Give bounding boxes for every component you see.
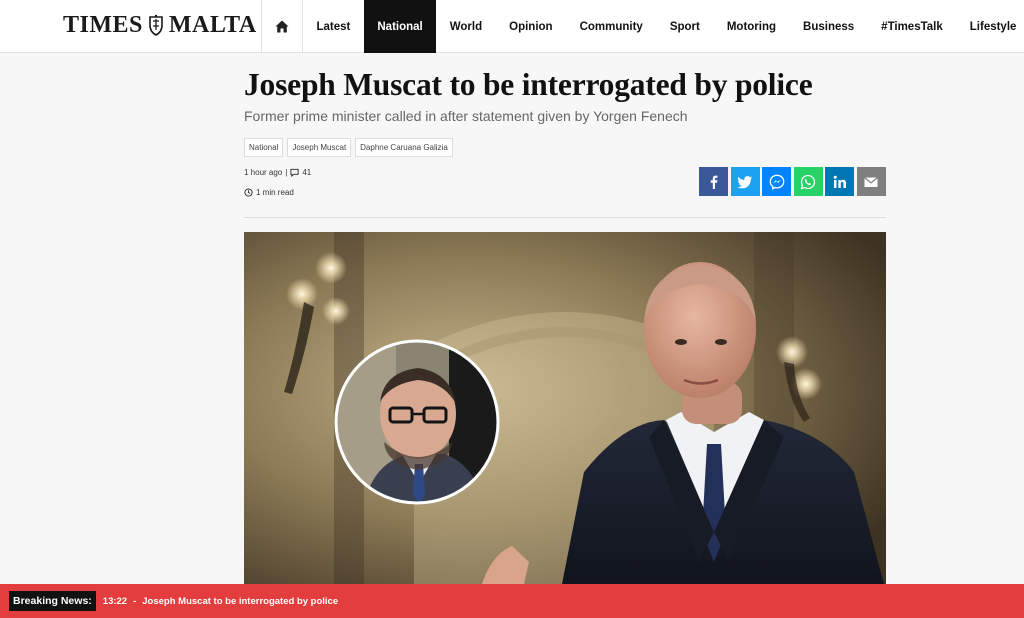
messenger-share-button[interactable]	[762, 167, 791, 196]
twitter-icon	[737, 175, 752, 188]
nav-item-world[interactable]: World	[436, 0, 495, 53]
email-share-button[interactable]	[856, 167, 886, 196]
time-ago: 1 hour ago	[244, 168, 283, 177]
nav-item-national[interactable]: National	[363, 0, 437, 53]
breaking-news-label: Breaking News:	[9, 591, 96, 611]
home-button[interactable]	[261, 0, 303, 53]
logo-text-right: MALTA	[168, 12, 257, 38]
logo-text-left: TIMES	[63, 12, 143, 38]
nav-item-community[interactable]: Community	[566, 0, 656, 53]
whatsapp-share-button[interactable]	[793, 167, 823, 196]
facebook-icon	[710, 175, 717, 189]
share-buttons	[699, 167, 886, 196]
email-icon	[864, 176, 878, 187]
nav-item-motoring[interactable]: Motoring	[713, 0, 789, 53]
article-subtitle: Former prime minister called in after st…	[244, 108, 688, 124]
tag-joseph-muscat[interactable]: Joseph Muscat	[287, 138, 352, 157]
nav-item-sport[interactable]: Sport	[656, 0, 713, 53]
hero-image	[244, 232, 886, 584]
breaking-news-headline[interactable]: Joseph Muscat to be interrogated by poli…	[142, 596, 338, 607]
article-meta: 1 hour ago | 41	[244, 168, 311, 177]
nav-item-business[interactable]: Business	[790, 0, 868, 53]
linkedin-share-button[interactable]	[825, 167, 854, 196]
meta-separator: |	[285, 168, 288, 177]
article-title: Joseph Muscat to be interrogated by poli…	[244, 67, 813, 102]
nav-item-opinion[interactable]: Opinion	[496, 0, 566, 53]
whatsapp-icon	[800, 174, 816, 189]
crest-icon	[147, 14, 165, 38]
breaking-news-separator: -	[133, 595, 137, 607]
site-logo[interactable]: TIMES MALTA	[63, 12, 257, 39]
clock-icon	[244, 188, 253, 197]
breaking-news-time: 13:22	[102, 595, 128, 607]
nav-item-timestalk[interactable]: #TimesTalk	[868, 0, 957, 53]
tag-national[interactable]: National	[244, 138, 284, 157]
top-navigation: TIMES MALTA Latest National World Opinio…	[0, 0, 1024, 53]
comment-count[interactable]: 41	[302, 168, 311, 177]
nav-menu: Latest National World Opinion Community …	[261, 0, 1024, 53]
twitter-share-button[interactable]	[730, 167, 760, 196]
messenger-icon	[769, 174, 784, 190]
tag-list: National Joseph Muscat Daphne Caruana Ga…	[244, 138, 453, 157]
comment-icon[interactable]	[290, 168, 299, 177]
meta-divider	[244, 217, 886, 218]
nav-item-latest[interactable]: Latest	[303, 0, 364, 53]
linkedin-icon	[833, 175, 846, 188]
nav-item-lifestyle[interactable]: Lifestyle	[956, 0, 1024, 53]
home-icon	[275, 20, 289, 33]
breaking-news-bar[interactable]: Breaking News: 13:22 - Joseph Muscat to …	[0, 584, 1024, 618]
tag-daphne-caruana-galizia[interactable]: Daphne Caruana Galizia	[355, 138, 453, 157]
facebook-share-button[interactable]	[699, 167, 728, 196]
read-time-label: 1 min read	[256, 188, 294, 197]
read-time: 1 min read	[244, 188, 294, 197]
